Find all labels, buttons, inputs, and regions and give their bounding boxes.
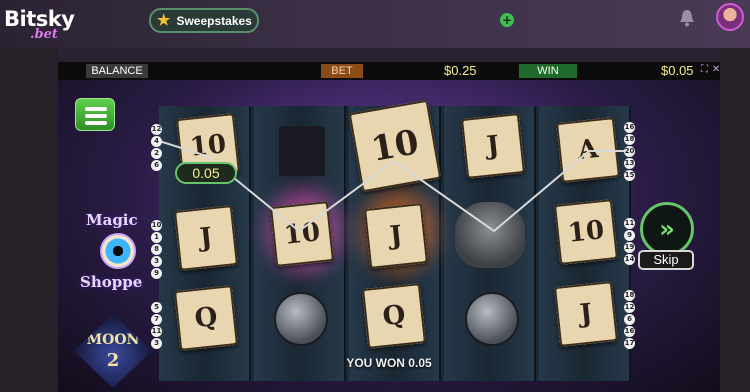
payline-number[interactable]: 9 xyxy=(624,230,635,241)
site-logo[interactable]: Bitsky .bet xyxy=(4,7,86,43)
eye-icon xyxy=(100,233,136,269)
payline-number[interactable]: 3 xyxy=(151,338,162,349)
payline-number[interactable]: 2 xyxy=(151,148,162,159)
add-funds-button[interactable]: + xyxy=(500,13,514,27)
logo-magic-line1: Magic xyxy=(86,211,138,229)
fullscreen-icon[interactable]: ⛶ xyxy=(701,64,708,75)
win-label: WIN xyxy=(519,64,577,78)
win-value: $0.05 xyxy=(661,63,694,78)
logo-subtext: .bet xyxy=(30,27,58,42)
menu-bar-icon xyxy=(85,121,107,125)
sweepstakes-button[interactable]: ★ Sweepstakes xyxy=(149,8,259,33)
payline-number[interactable]: 5 xyxy=(151,302,162,313)
left-payline-numbers-top: 12 4 2 6 xyxy=(151,124,163,172)
payline-number[interactable]: 8 xyxy=(151,244,162,255)
payline-number[interactable]: 15 xyxy=(624,170,635,181)
slot-game-frame[interactable]: BALANCE BET $0.25 WIN $0.05 ⛶ ✕ Magic Sh… xyxy=(58,62,720,392)
payline-number[interactable]: 16 xyxy=(624,326,635,337)
right-payline-numbers-bottom: 18 12 6 16 17 xyxy=(624,290,636,350)
payline-overlay xyxy=(159,140,631,233)
payline-number[interactable]: 7 xyxy=(151,314,162,325)
payline-number[interactable]: 17 xyxy=(624,338,635,349)
payline-number[interactable]: 12 xyxy=(624,302,635,313)
menu-bar-icon xyxy=(85,114,107,118)
fast-forward-icon: » xyxy=(640,202,694,256)
payline-number[interactable]: 20 xyxy=(624,146,635,157)
line-win-badge: 0.05 xyxy=(175,162,237,184)
logo-moon-line1: MOON xyxy=(86,332,140,348)
payline-number[interactable]: 6 xyxy=(151,160,162,171)
payline-number[interactable]: 14 xyxy=(624,254,635,265)
skip-button[interactable]: » Skip xyxy=(638,202,696,274)
payline-number[interactable]: 11 xyxy=(624,218,635,229)
payline-number[interactable]: 16 xyxy=(624,122,635,133)
moon2-logo: MOON 2 xyxy=(74,314,152,388)
payline-number[interactable]: 13 xyxy=(624,158,635,169)
payline-number[interactable]: 4 xyxy=(151,136,162,147)
payline-number[interactable]: 10 xyxy=(151,220,162,231)
right-gutter xyxy=(720,48,750,392)
win-payline xyxy=(159,140,631,233)
left-payline-numbers-mid: 10 1 8 3 9 xyxy=(151,220,163,280)
magic-shoppe-logo: Magic Shoppe xyxy=(72,207,154,299)
payline-number[interactable]: 12 xyxy=(151,124,162,135)
user-avatar[interactable] xyxy=(716,3,744,31)
payline-number[interactable]: 18 xyxy=(624,290,635,301)
menu-bar-icon xyxy=(85,107,107,111)
skip-label: Skip xyxy=(638,250,694,270)
left-payline-numbers-bottom: 5 7 11 3 xyxy=(151,302,163,350)
game-hud: BALANCE BET $0.25 WIN $0.05 ⛶ ✕ xyxy=(58,62,720,80)
you-won-message: YOU WON 0.05 xyxy=(346,356,432,370)
payline-number[interactable]: 11 xyxy=(151,326,162,337)
top-nav-bar: Bitsky .bet ★ Sweepstakes + xyxy=(0,0,750,48)
reel-area: 10 J Q 10 10 J Q J A 10 J xyxy=(159,99,631,381)
payline-number[interactable]: 19 xyxy=(624,242,635,253)
star-icon: ★ xyxy=(157,12,171,29)
game-menu-button[interactable] xyxy=(75,98,115,131)
bell-icon[interactable] xyxy=(678,8,696,28)
bet-value: $0.25 xyxy=(444,63,477,78)
right-payline-numbers-top: 16 18 20 13 15 xyxy=(624,122,636,182)
payline-number[interactable]: 3 xyxy=(151,256,162,267)
right-payline-numbers-mid: 11 9 19 14 xyxy=(624,218,636,266)
payline-number[interactable]: 9 xyxy=(151,268,162,279)
payline-number[interactable]: 18 xyxy=(624,134,635,145)
sweepstakes-label: Sweepstakes xyxy=(176,13,252,28)
balance-label: BALANCE xyxy=(86,64,148,78)
left-gutter xyxy=(0,48,58,392)
logo-magic-line2: Shoppe xyxy=(80,273,143,291)
payline-number[interactable]: 1 xyxy=(151,232,162,243)
close-icon[interactable]: ✕ xyxy=(712,64,720,75)
bet-label: BET xyxy=(321,64,363,78)
payline-number[interactable]: 6 xyxy=(624,314,635,325)
